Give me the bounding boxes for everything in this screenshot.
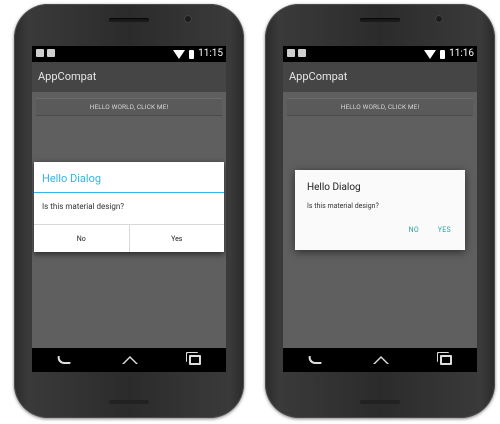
wifi-icon <box>424 49 437 59</box>
action-bar: AppCompat <box>283 62 477 92</box>
status-clock: 11:16 <box>449 48 474 59</box>
status-bar: 11:15 <box>32 46 226 62</box>
speaker-grille <box>109 400 149 404</box>
screen-right: 11:16 AppCompat HELLO WORLD, CLICK ME! H… <box>283 46 477 372</box>
phone-frame-left: 11:15 AppCompat HELLO WORLD, CLICK ME! H… <box>14 4 244 418</box>
dialog-title: Hello Dialog <box>307 182 361 193</box>
hello-world-button-label: HELLO WORLD, CLICK ME! <box>340 103 420 111</box>
dialog-no-button[interactable]: NO <box>409 226 419 234</box>
status-icons: 11:15 <box>173 48 223 60</box>
recents-icon[interactable] <box>188 355 201 365</box>
status-clock: 11:15 <box>198 48 223 59</box>
battery-icon <box>189 49 195 59</box>
home-icon[interactable] <box>372 356 389 364</box>
action-bar: AppCompat <box>32 62 226 92</box>
notification-icons <box>287 49 306 57</box>
dialog-no-button[interactable]: No <box>34 225 129 252</box>
front-camera <box>435 15 443 23</box>
battery-icon <box>440 49 446 59</box>
status-icons: 11:16 <box>424 48 474 60</box>
dialog-title: Hello Dialog <box>42 172 102 185</box>
earpiece <box>109 18 149 22</box>
app-title: AppCompat <box>38 70 97 83</box>
navigation-bar <box>283 348 477 372</box>
front-camera <box>184 15 192 23</box>
back-icon[interactable] <box>307 356 324 364</box>
notification-icons <box>36 49 55 57</box>
dialog-message: Is this material design? <box>307 202 379 210</box>
speaker-grille <box>360 400 400 404</box>
app-title: AppCompat <box>289 70 348 83</box>
wifi-icon <box>173 49 186 59</box>
dialog-button-bar: No Yes <box>34 224 224 252</box>
dialog-yes-button[interactable]: YES <box>438 226 451 234</box>
phone-frame-right: 11:16 AppCompat HELLO WORLD, CLICK ME! H… <box>265 4 495 418</box>
back-icon[interactable] <box>56 356 73 364</box>
hello-world-button[interactable]: HELLO WORLD, CLICK ME! <box>287 98 473 116</box>
earpiece <box>360 18 400 22</box>
screen-left: 11:15 AppCompat HELLO WORLD, CLICK ME! H… <box>32 46 226 372</box>
hello-world-button-label: HELLO WORLD, CLICK ME! <box>89 103 169 111</box>
navigation-bar <box>32 348 226 372</box>
notification-icon <box>47 49 55 57</box>
alert-dialog: Hello Dialog Is this material design? NO… <box>295 170 465 250</box>
notification-icon <box>298 49 306 57</box>
notification-icon <box>36 49 44 57</box>
hello-world-button[interactable]: HELLO WORLD, CLICK ME! <box>36 98 222 116</box>
dialog-yes-button[interactable]: Yes <box>128 225 225 252</box>
dialog-message: Is this material design? <box>42 202 125 211</box>
notification-icon <box>287 49 295 57</box>
alert-dialog: Hello Dialog Is this material design? No… <box>34 162 224 252</box>
dialog-title-divider <box>34 192 224 193</box>
home-icon[interactable] <box>121 356 138 364</box>
recents-icon[interactable] <box>439 355 452 365</box>
status-bar: 11:16 <box>283 46 477 62</box>
